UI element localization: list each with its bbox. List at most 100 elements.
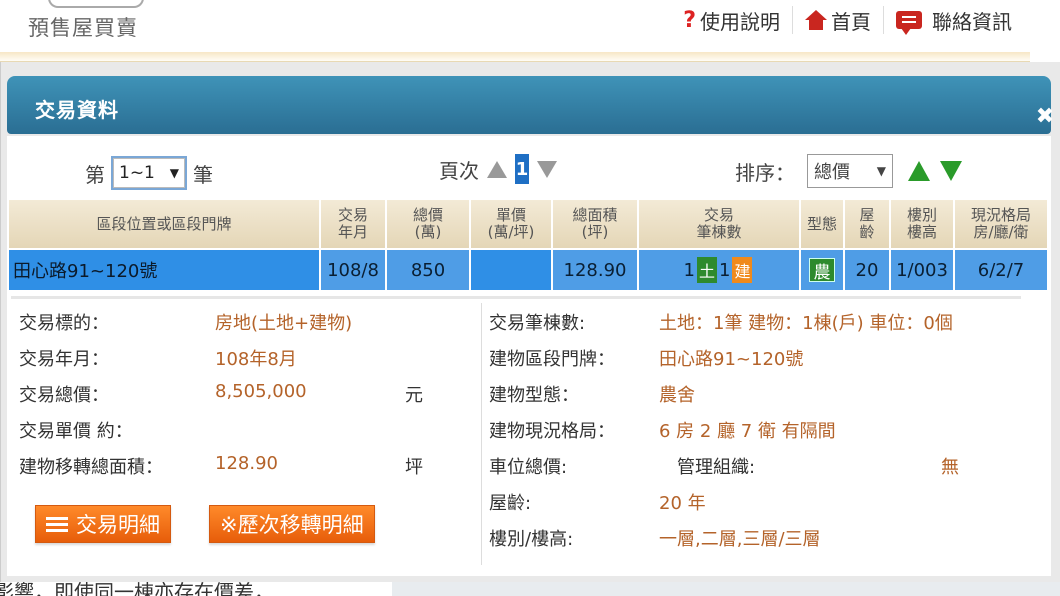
transaction-table: 區段位置或區段門牌 交易 年月 總價 (萬) 單價 (萬/坪) 總面積 (坪) 交易 筆棟… (9, 200, 1049, 290)
detail-value-floor: 一層,二層,三層/三層 (659, 529, 821, 550)
column-header-total-price[interactable]: 總價 (萬) (387, 200, 471, 248)
home-icon (805, 10, 827, 30)
nav-help[interactable]: ? 使用說明 (671, 6, 792, 34)
record-range-control: 第 1~1 ▼ 筆 (85, 156, 213, 190)
background-map[interactable] (392, 582, 1060, 596)
detail-label-date: 交易年月： (19, 349, 109, 370)
detail-label-total-price: 交易總價： (19, 385, 109, 406)
cell-type[interactable]: 農 (801, 250, 845, 290)
dropdown-arrow-icon: ▼ (169, 166, 179, 180)
type-badge: 農 (809, 258, 835, 283)
cell-count[interactable]: 1 土 1 建 (639, 250, 801, 290)
nav-help-label: 使用說明 (700, 9, 780, 34)
detail-unit-ping: 坪 (405, 457, 423, 478)
pager: 頁次 1 (439, 154, 565, 184)
column-header-address[interactable]: 區段位置或區段門牌 (9, 200, 321, 248)
nav-home-label: 首頁 (831, 9, 871, 34)
cell-address[interactable]: 田心路91~120號 (9, 250, 321, 290)
column-header-age[interactable]: 屋齡 (845, 200, 891, 248)
sort-select[interactable]: 總價 ▼ (807, 154, 893, 188)
column-header-floor[interactable]: 樓別 樓高 (891, 200, 955, 248)
detail-label-unit-price: 交易單價 約： (19, 421, 133, 442)
land-count: 1 (683, 259, 695, 281)
column-header-date[interactable]: 交易 年月 (321, 200, 387, 248)
detail-unit-currency: 元 (405, 385, 423, 406)
detail-value-age: 20 年 (659, 493, 706, 514)
table-row[interactable]: 田心路91~120號 108/8 850 128.90 1 土 1 建 農 20… (9, 250, 1049, 290)
transaction-dialog: 交易資料 ✖ 第 1~1 ▼ 筆 頁次 1 排序： 總價 ▼ 區段位置或區段門牌… (0, 62, 1060, 582)
background-page-text: 影響，即使同一棟亦存在價差， (0, 582, 274, 596)
page-label: 頁次 (439, 158, 479, 183)
record-range-value: 1~1 (119, 163, 155, 183)
column-header-layout[interactable]: 現況格局 房/廳/衛 (955, 200, 1049, 248)
column-header-count[interactable]: 交易 筆棟數 (639, 200, 801, 248)
transaction-detail-label: 交易明細 (76, 513, 160, 537)
detail-label-area: 建物移轉總面積： (19, 457, 163, 478)
prev-page-icon[interactable] (487, 160, 507, 178)
cell-area[interactable]: 128.90 (553, 250, 639, 290)
dialog-title: 交易資料 (35, 98, 119, 122)
building-count: 1 (719, 259, 731, 281)
detail-value-management: 無 (941, 457, 959, 478)
background-page-strip: 影響，即使同一棟亦存在價差， (0, 582, 1060, 596)
chat-icon (896, 11, 922, 35)
cell-age[interactable]: 20 (845, 250, 891, 290)
detail-value-building-address: 田心路91~120號 (659, 349, 804, 370)
sort-label: 排序： (735, 160, 795, 185)
detail-label-building-address: 建物區段門牌： (489, 349, 615, 370)
history-transfer-label: ※歷次移轉明細 (220, 513, 364, 537)
range-prefix: 第 (85, 162, 105, 187)
nav-contact-label: 聯絡資訊 (932, 9, 1012, 34)
detail-label-layout: 建物現況格局： (489, 421, 615, 442)
column-header-type[interactable]: 型態 (801, 200, 845, 248)
detail-label-building-type: 建物型態： (489, 385, 579, 406)
detail-label-target: 交易標的： (19, 313, 109, 334)
next-page-icon[interactable] (537, 160, 557, 178)
cell-unit-price[interactable] (471, 250, 553, 290)
detail-label-management: 管理組織: (677, 457, 756, 478)
dropdown-arrow-icon: ▼ (876, 164, 886, 178)
detail-label-parking-price: 車位總價: (489, 457, 568, 478)
cell-total-price[interactable]: 850 (387, 250, 471, 290)
detail-label-count: 交易筆棟數: (489, 313, 586, 334)
sort-descending-icon[interactable] (940, 161, 962, 181)
detail-divider (481, 303, 482, 565)
sort-ascending-icon[interactable] (908, 161, 930, 181)
cell-date[interactable]: 108/8 (321, 250, 387, 290)
history-transfer-button[interactable]: ※歷次移轉明細 (209, 505, 375, 543)
land-badge: 土 (697, 257, 717, 283)
table-header: 區段位置或區段門牌 交易 年月 總價 (萬) 單價 (萬/坪) 總面積 (坪) 交易 筆棟… (9, 200, 1049, 248)
help-icon: ? (683, 7, 696, 33)
current-page-button[interactable]: 1 (515, 154, 529, 184)
dialog-body: 第 1~1 ▼ 筆 頁次 1 排序： 總價 ▼ 區段位置或區段門牌 交易 年月 … (7, 136, 1051, 576)
header-divider (0, 52, 1030, 62)
cell-floor[interactable]: 1/003 (891, 250, 955, 290)
column-header-unit-price[interactable]: 單價 (萬/坪) (471, 200, 553, 248)
close-icon[interactable]: ✖ (1034, 106, 1056, 128)
building-badge: 建 (732, 257, 753, 283)
transaction-detail-button[interactable]: 交易明細 (35, 505, 171, 543)
detail-value-area: 128.90 (215, 453, 278, 474)
range-suffix: 筆 (193, 162, 213, 187)
detail-value-layout: 6 房 2 廳 7 衛 有隔間 (659, 421, 836, 442)
column-header-area[interactable]: 總面積 (坪) (553, 200, 639, 248)
dialog-header: 交易資料 (7, 76, 1051, 134)
detail-value-target: 房地(土地+建物) (215, 313, 353, 334)
detail-panel: 交易標的： 房地(土地+建物) 交易年月： 108年8月 交易總價： 8,505… (11, 296, 1021, 568)
detail-value-count: 土地：1筆 建物：1棟(戶) 車位：0個 (659, 313, 953, 334)
top-header: 預售屋買賣 ? 使用說明 首頁 聯絡資訊 (0, 0, 1060, 58)
detail-value-date: 108年8月 (215, 349, 297, 370)
nav-home[interactable]: 首頁 (793, 6, 883, 34)
detail-value-building-type: 農舍 (659, 385, 695, 406)
site-title[interactable]: 預售屋買賣 (28, 12, 138, 42)
cell-layout[interactable]: 6/2/7 (955, 250, 1049, 290)
detail-value-total-price: 8,505,000 (215, 381, 307, 402)
list-icon (46, 516, 68, 520)
nav-contact[interactable]: 聯絡資訊 (884, 6, 1024, 35)
record-range-select[interactable]: 1~1 ▼ (111, 156, 187, 190)
logo-frame (48, 0, 144, 8)
top-nav: ? 使用說明 首頁 聯絡資訊 (671, 6, 1024, 35)
sort-value: 總價 (814, 162, 850, 183)
detail-label-age: 屋齡: (489, 493, 532, 514)
sort-control: 排序： 總價 ▼ (735, 154, 967, 188)
